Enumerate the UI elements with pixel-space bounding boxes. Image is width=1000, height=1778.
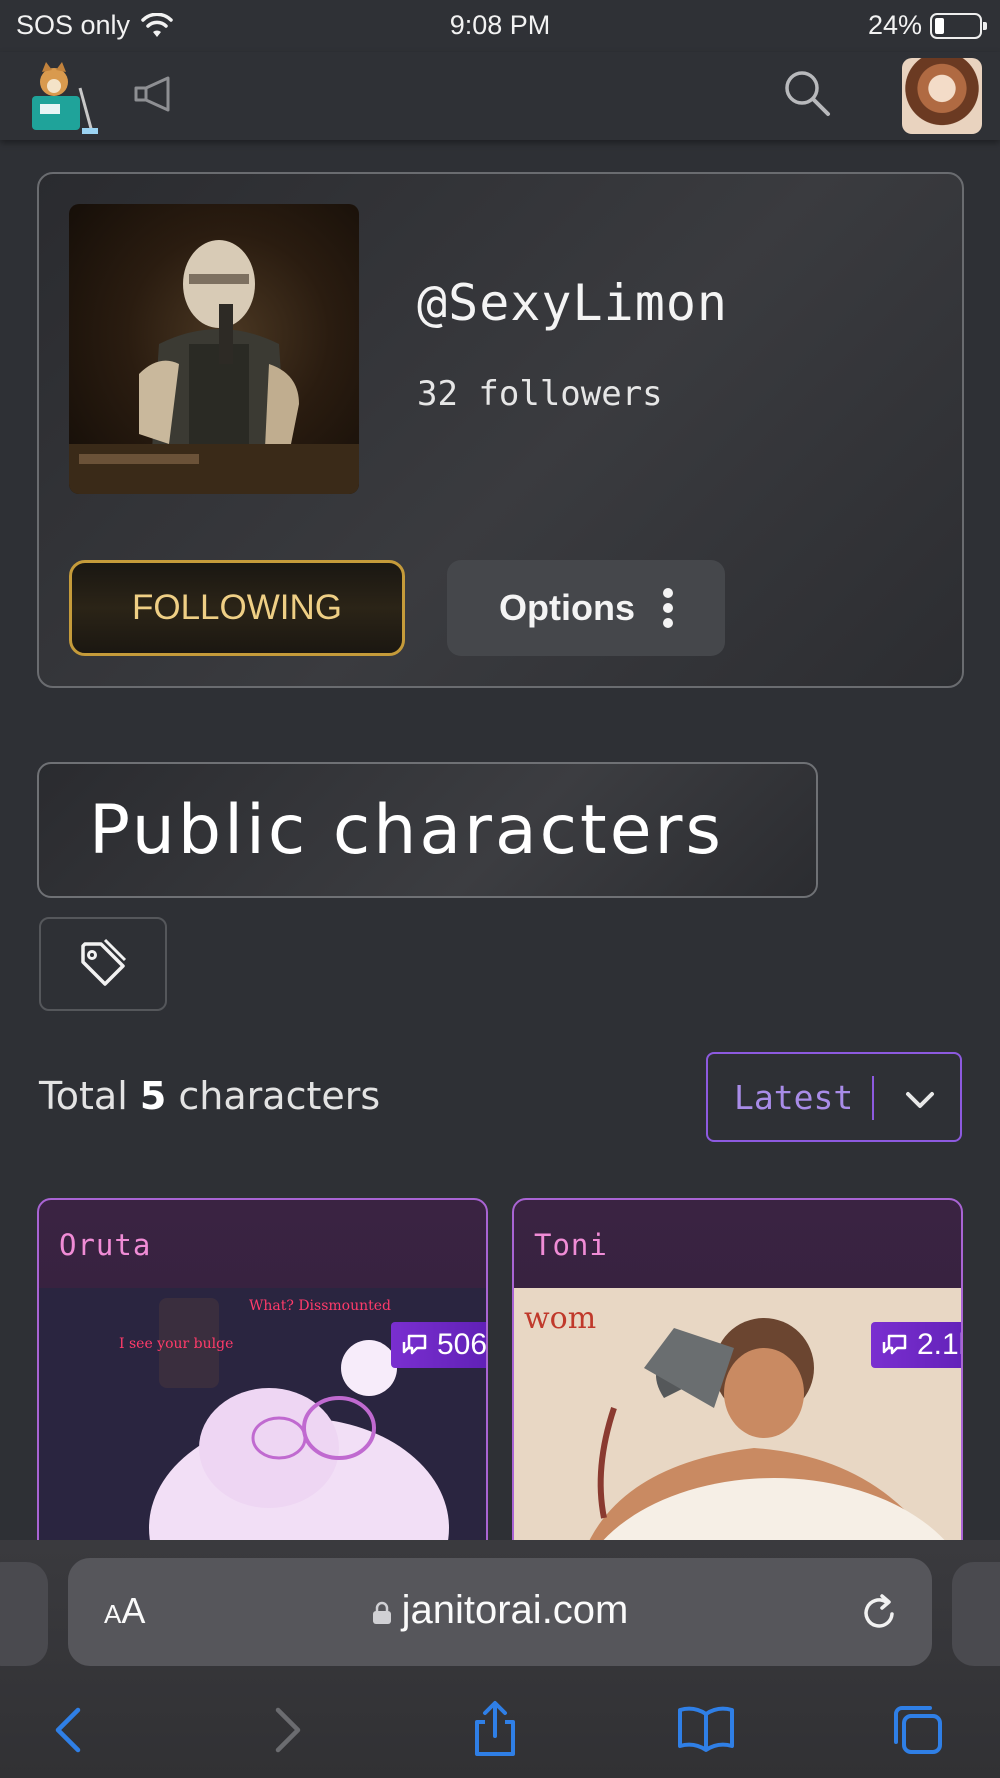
total-count: 5: [139, 1074, 167, 1118]
chevron-down-icon: [906, 1092, 934, 1108]
sort-dropdown[interactable]: Latest: [706, 1052, 962, 1142]
follower-count: 32 followers: [417, 374, 663, 414]
chat-count-badge: 2.1k: [871, 1322, 961, 1368]
tag-icon: [81, 938, 127, 986]
share-icon[interactable]: [465, 1700, 525, 1760]
tag-filter-button[interactable]: [39, 917, 167, 1011]
app-logo[interactable]: [26, 58, 100, 136]
chat-count: 2.1k: [917, 1328, 961, 1361]
following-button[interactable]: FOLLOWING: [69, 560, 405, 656]
svg-text:I see your bulge: I see your bulge: [119, 1336, 233, 1352]
user-avatar[interactable]: [902, 58, 982, 134]
chat-bubbles-icon: [882, 1334, 907, 1355]
address-bar[interactable]: AA janitorai.com: [68, 1558, 932, 1666]
sort-selected: Latest: [734, 1078, 854, 1117]
battery-icon: [930, 12, 987, 39]
status-bar: SOS only 9:08 PM 24%: [0, 0, 1000, 52]
svg-text:wom: wom: [524, 1301, 596, 1336]
megaphone-icon[interactable]: [130, 70, 178, 118]
options-label: Options: [499, 587, 635, 628]
app-header: [0, 52, 1000, 140]
search-icon[interactable]: [780, 66, 836, 122]
total-prefix: Total: [39, 1074, 128, 1118]
total-suffix: characters: [178, 1074, 381, 1118]
profile-username: @SexyLimon: [417, 274, 729, 332]
chat-count: 506: [437, 1328, 488, 1361]
tabs-icon[interactable]: [888, 1700, 948, 1760]
reload-icon[interactable]: [858, 1588, 902, 1636]
next-tab-pill[interactable]: [952, 1562, 1000, 1666]
previous-tab-pill[interactable]: [0, 1562, 48, 1666]
profile-card: @SexyLimon 32 followers FOLLOWING Option…: [37, 172, 964, 688]
battery-percent: 24%: [867, 10, 922, 40]
character-name: Oruta: [59, 1228, 152, 1262]
profile-picture-art: [69, 240, 359, 494]
sort-divider: [872, 1076, 874, 1120]
back-icon[interactable]: [40, 1700, 100, 1760]
forward-icon[interactable]: [256, 1700, 316, 1760]
browser-toolbar: AA janitorai.com: [0, 1540, 1000, 1778]
section-header: Public characters: [37, 762, 818, 898]
lock-icon: [372, 1601, 391, 1624]
more-vertical-icon: [662, 588, 673, 628]
profile-picture: [69, 204, 359, 494]
chat-count-badge: 506: [391, 1322, 488, 1368]
chat-bubbles-icon: [402, 1334, 427, 1355]
url-text: janitorai.com: [401, 1588, 629, 1632]
svg-text:What? Dissmounted: What? Dissmounted: [249, 1298, 391, 1314]
clock: 9:08 PM: [449, 10, 551, 40]
options-button[interactable]: Options: [447, 560, 725, 656]
bookmarks-icon[interactable]: [676, 1700, 736, 1760]
character-name: Toni: [534, 1228, 608, 1262]
url-display: janitorai.com: [68, 1588, 932, 1633]
total-characters: Total 5 characters: [39, 1074, 380, 1118]
section-title: Public characters: [89, 790, 724, 870]
